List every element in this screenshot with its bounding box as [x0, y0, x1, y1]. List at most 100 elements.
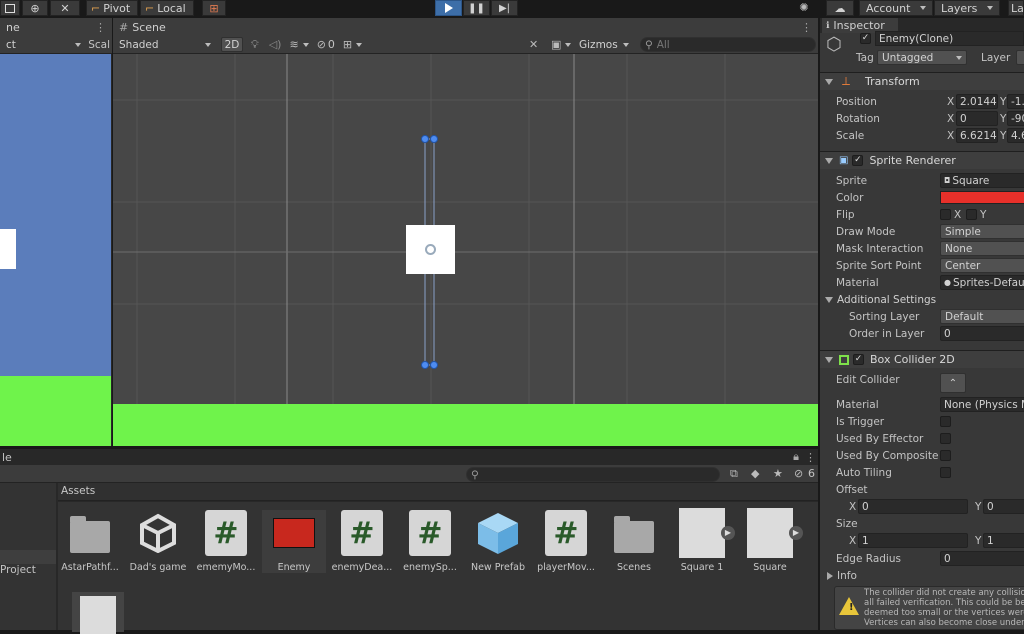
local-toggle-button[interactable]: ⌐ Local: [140, 0, 194, 16]
box-collider-enabled-checkbox[interactable]: ✓: [853, 354, 864, 365]
asset-tile[interactable]: Dad's game: [126, 510, 190, 573]
camera-icon[interactable]: ▣: [551, 38, 561, 51]
transform-tool-button[interactable]: ⊕: [22, 0, 48, 16]
toggle-2d-button[interactable]: 2D: [221, 37, 243, 52]
mask-interaction-dropdown[interactable]: None: [940, 241, 1024, 256]
sidebar-item-selected[interactable]: [0, 550, 56, 564]
is-trigger-checkbox[interactable]: [940, 416, 951, 427]
material-field[interactable]: ● Sprites-Default: [940, 275, 1024, 290]
pause-button[interactable]: ❚❚: [463, 0, 490, 16]
layer-dropdown[interactable]: [1016, 50, 1024, 65]
rotation-y-field[interactable]: -90: [1007, 111, 1024, 126]
object-name-field[interactable]: Enemy(Clone): [875, 31, 1024, 46]
rotation-x-field[interactable]: 0: [956, 111, 998, 126]
grid-snap-button[interactable]: ⊞: [202, 0, 226, 16]
asset-tile[interactable]: # ememyMo...: [194, 510, 258, 573]
scene-canvas[interactable]: [113, 54, 818, 446]
sprite-sort-point-dropdown[interactable]: Center: [940, 258, 1024, 273]
scene-ground[interactable]: [113, 404, 818, 446]
grid-toggle-icon[interactable]: ⊞: [343, 38, 352, 51]
favorites-star-icon[interactable]: ★: [773, 467, 783, 480]
collider-material-field[interactable]: None (Physics M: [940, 397, 1024, 412]
tag-dropdown[interactable]: Untagged: [877, 50, 967, 65]
asset-tile[interactable]: # enemyDea...: [330, 510, 394, 573]
position-x-field[interactable]: 2.0144: [956, 94, 998, 109]
asset-tile[interactable]: # enemySp...: [398, 510, 462, 573]
breadcrumb[interactable]: Assets: [61, 485, 95, 497]
lighting-icon[interactable]: 💡︎: [251, 38, 259, 52]
order-in-layer-field[interactable]: 0: [940, 326, 1024, 341]
sprite-renderer-enabled-checkbox[interactable]: ✓: [852, 155, 864, 166]
more-options-icon[interactable]: ⋮: [801, 21, 812, 34]
scale-y-field[interactable]: 4.6: [1007, 128, 1024, 143]
sprite-field[interactable]: ◘ Square: [940, 173, 1024, 188]
auto-tiling-checkbox[interactable]: [940, 467, 951, 478]
asset-tile[interactable]: ▶ Square: [738, 508, 803, 573]
scene-search-input[interactable]: ⚲ All: [640, 37, 816, 52]
lock-icon[interactable]: 🔒︎: [793, 450, 799, 464]
asset-tile[interactable]: Scenes: [602, 510, 666, 573]
sorting-layer-dropdown[interactable]: Default: [940, 309, 1024, 324]
more-options-icon[interactable]: ⋮: [805, 451, 816, 464]
tab-console-label[interactable]: le: [2, 451, 12, 464]
draw-mode-dropdown[interactable]: Simple: [940, 224, 1024, 239]
audio-icon[interactable]: ◁): [269, 38, 282, 51]
chevron-down-icon[interactable]: [356, 42, 363, 47]
rotation-label[interactable]: Rotation: [836, 113, 880, 125]
tab-scene[interactable]: # Scene ⋮: [113, 18, 818, 36]
collab-icon[interactable]: ✺: [796, 1, 812, 15]
asset-tile[interactable]: New Prefab: [466, 510, 530, 573]
additional-settings-foldout[interactable]: Additional Settings: [825, 294, 936, 306]
account-dropdown[interactable]: Account: [859, 0, 933, 16]
shading-mode-dropdown[interactable]: Shaded: [115, 37, 215, 52]
asset-tile[interactable]: Enemy: [262, 510, 326, 573]
edge-radius-field[interactable]: 0: [940, 551, 1024, 566]
hidden-packages-icon[interactable]: ⊘: [794, 467, 803, 480]
asset-tile[interactable]: ▶ Square 1: [670, 508, 735, 573]
effects-icon[interactable]: ≋: [289, 38, 298, 51]
active-checkbox[interactable]: ✓: [860, 33, 871, 44]
aspect-dropdown[interactable]: ct: [2, 37, 86, 52]
info-foldout[interactable]: Info: [827, 570, 857, 582]
size-x-field[interactable]: 1: [858, 533, 968, 548]
flip-x-checkbox[interactable]: [940, 209, 951, 220]
scale-x-field[interactable]: 6.6214: [956, 128, 998, 143]
asset-tile[interactable]: # playerMov...: [534, 510, 598, 573]
edit-collider-button[interactable]: ⌃: [940, 373, 966, 393]
filter-by-label-icon[interactable]: ◆: [751, 467, 759, 480]
flip-y-checkbox[interactable]: [966, 209, 977, 220]
rect-tool-button[interactable]: [0, 0, 20, 16]
color-swatch[interactable]: [940, 191, 1024, 204]
custom-tool-button[interactable]: ✕: [50, 0, 80, 16]
used-by-composite-checkbox[interactable]: [940, 450, 951, 461]
play-button[interactable]: [435, 0, 462, 16]
size-y-field[interactable]: 1: [983, 533, 1024, 548]
box-collider-header[interactable]: ✓ Box Collider 2D: [820, 350, 1024, 368]
scale-label[interactable]: Scale: [836, 130, 864, 142]
used-by-effector-checkbox[interactable]: [940, 433, 951, 444]
hidden-objects-icon[interactable]: ⊘: [317, 38, 326, 51]
position-label[interactable]: Position: [836, 96, 877, 108]
layers-dropdown[interactable]: Layers: [934, 0, 1000, 16]
tools-icon[interactable]: ✕: [529, 38, 538, 51]
transform-header[interactable]: ⟂ Transform: [820, 72, 1024, 90]
tab-game[interactable]: ne ⋮: [0, 18, 112, 36]
gizmos-dropdown[interactable]: Gizmos: [575, 37, 633, 52]
position-y-field[interactable]: -1.: [1007, 94, 1024, 109]
chevron-down-icon[interactable]: [565, 43, 571, 47]
offset-x-field[interactable]: 0: [858, 499, 968, 514]
step-button[interactable]: ▶|: [491, 0, 518, 16]
offset-y-field[interactable]: 0: [983, 499, 1024, 514]
sidebar-item-project[interactable]: Project: [0, 564, 36, 576]
more-options-icon[interactable]: ⋮: [95, 21, 106, 34]
pivot-handle-icon[interactable]: [425, 244, 436, 255]
scale-label[interactable]: Scal: [88, 39, 110, 51]
layout-dropdown[interactable]: La: [1008, 0, 1024, 16]
pivot-toggle-button[interactable]: ⌐ Pivot: [86, 0, 138, 16]
selected-square-sprite[interactable]: [406, 225, 455, 274]
cloud-button[interactable]: ☁: [826, 0, 854, 16]
filter-by-type-icon[interactable]: ⧉: [730, 467, 738, 481]
chevron-down-icon[interactable]: [302, 42, 309, 47]
sprite-renderer-header[interactable]: ▣ ✓ Sprite Renderer: [820, 151, 1024, 169]
asset-tile-partial[interactable]: [72, 592, 124, 634]
